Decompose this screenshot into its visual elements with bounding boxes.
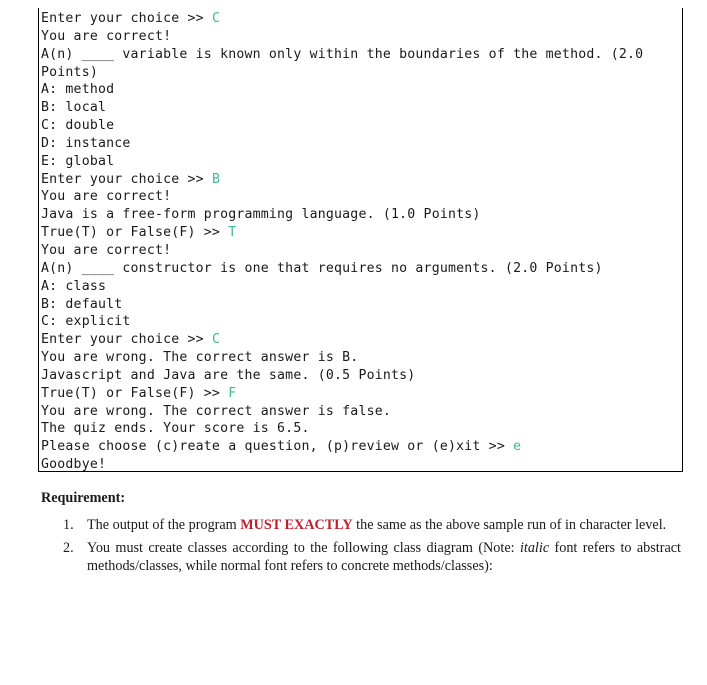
console-line: B: default bbox=[41, 296, 682, 314]
console-text: You are correct! bbox=[41, 242, 172, 258]
console-text: You are correct! bbox=[41, 189, 172, 205]
console-text: Goodbye! bbox=[41, 457, 107, 473]
requirement-number: 2. bbox=[63, 540, 74, 556]
console-line: A(n) ____ constructor is one that requir… bbox=[41, 260, 682, 278]
console-line: Enter your choice >> C bbox=[41, 10, 682, 28]
console-line: You are correct! bbox=[41, 28, 682, 46]
user-input: e bbox=[513, 439, 522, 455]
console-line: C: explicit bbox=[41, 313, 682, 331]
console-line: A: class bbox=[41, 278, 682, 296]
user-input: C bbox=[211, 11, 221, 26]
console-line: C: double bbox=[41, 117, 682, 135]
console-text: Enter your choice >> bbox=[41, 171, 212, 187]
console-text: C: explicit bbox=[41, 314, 131, 330]
console-text: Points) bbox=[41, 64, 98, 80]
console-line: Goodbye! bbox=[41, 456, 682, 474]
console-line: You are correct! bbox=[41, 242, 682, 260]
user-input: B bbox=[211, 171, 221, 187]
console-line: Enter your choice >> C bbox=[41, 331, 682, 349]
console-line: True(T) or False(F) >> T bbox=[41, 224, 682, 242]
console-text: D: instance bbox=[41, 135, 131, 151]
requirements-list: 1. The output of the program MUST EXACTL… bbox=[41, 516, 681, 575]
console-text: Javascript and Java are the same. (0.5 P… bbox=[41, 367, 416, 383]
console-line: The quiz ends. Your score is 6.5. bbox=[41, 420, 682, 438]
console-text: You are correct! bbox=[41, 28, 172, 44]
console-text: Enter your choice >> bbox=[41, 11, 212, 26]
requirement-number: 1. bbox=[63, 517, 74, 533]
console-output: Enter your choice >> C You are correct! A(… bbox=[38, 8, 683, 472]
requirement-text: The output of the program bbox=[87, 517, 241, 533]
user-input: F bbox=[228, 385, 237, 401]
console-text: A: class bbox=[41, 278, 107, 294]
console-text: B: local bbox=[41, 100, 107, 116]
requirements-section: Requirement: 1. The output of the progra… bbox=[41, 488, 681, 580]
requirement-italic: italic bbox=[519, 540, 550, 556]
console-text: True(T) or False(F) >> bbox=[41, 385, 229, 401]
console-text: You are wrong. The correct answer is B. bbox=[41, 350, 359, 366]
console-line: You are correct! bbox=[41, 188, 682, 206]
user-input: T bbox=[228, 225, 237, 241]
console-line: Please choose (c)reate a question, (p)re… bbox=[41, 438, 682, 456]
console-line: Java is a free-form programming language… bbox=[41, 206, 682, 224]
console-line: Javascript and Java are the same. (0.5 P… bbox=[41, 367, 682, 385]
console-text: A(n) ____ constructor is one that requir… bbox=[41, 260, 603, 276]
console-text: Please choose (c)reate a question, (p)re… bbox=[41, 439, 514, 455]
console-text: A(n) ____ variable is known only within … bbox=[41, 46, 644, 62]
console-line: Enter your choice >> B bbox=[41, 171, 682, 189]
console-text: Java is a free-form programming language… bbox=[41, 207, 481, 223]
console-line: You are wrong. The correct answer is fal… bbox=[41, 403, 682, 421]
console-text: A: method bbox=[41, 82, 115, 98]
requirements-heading: Requirement: bbox=[41, 490, 126, 506]
user-input: C bbox=[211, 332, 221, 348]
requirement-text: the same as the above sample run of in c… bbox=[352, 517, 667, 533]
requirement-item: 1. The output of the program MUST EXACTL… bbox=[41, 516, 681, 534]
console-line: D: instance bbox=[41, 135, 682, 153]
console-text: E: global bbox=[41, 153, 115, 169]
console-line: B: local bbox=[41, 99, 682, 117]
console-text: Enter your choice >> bbox=[41, 332, 212, 348]
console-line: True(T) or False(F) >> F bbox=[41, 385, 682, 403]
console-line: E: global bbox=[41, 153, 682, 171]
requirement-item: 2. You must create classes according to … bbox=[41, 539, 681, 575]
requirement-emphasis: MUST EXACTLY bbox=[240, 517, 353, 533]
requirement-text: You must create classes according to the… bbox=[87, 540, 520, 556]
console-line: A: method bbox=[41, 81, 682, 99]
console-text: You are wrong. The correct answer is fal… bbox=[41, 403, 392, 419]
console-text: True(T) or False(F) >> bbox=[41, 225, 229, 241]
console-line: Points) bbox=[41, 64, 682, 82]
console-text: C: double bbox=[41, 118, 115, 134]
console-text: B: default bbox=[41, 296, 123, 312]
console-line: You are wrong. The correct answer is B. bbox=[41, 349, 682, 367]
console-line: A(n) ____ variable is known only within … bbox=[41, 46, 682, 64]
console-text: The quiz ends. Your score is 6.5. bbox=[41, 421, 310, 437]
